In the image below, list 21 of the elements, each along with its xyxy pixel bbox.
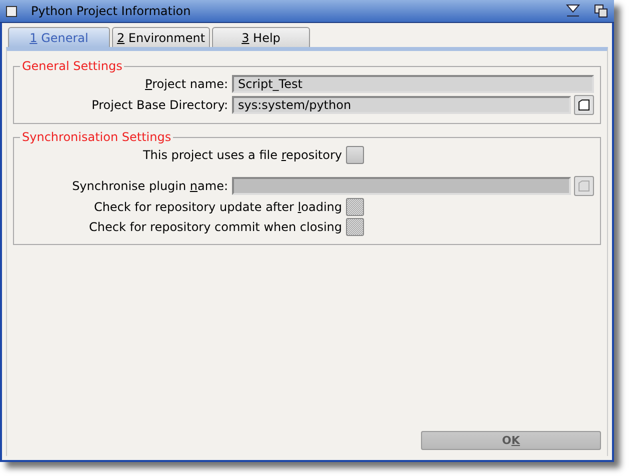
file-icon bbox=[578, 180, 590, 192]
field-label: Project name: bbox=[144, 77, 228, 91]
tab[interactable]: 1 General bbox=[8, 27, 110, 47]
browse-button[interactable] bbox=[574, 95, 594, 115]
input-field[interactable]: Script_Test bbox=[232, 75, 594, 93]
close-icon[interactable] bbox=[6, 6, 17, 16]
checkbox-label: Check for repository commit when closing bbox=[88, 220, 342, 234]
group-title: Synchronisation Settings bbox=[21, 130, 172, 144]
tab[interactable]: 3 Help bbox=[212, 27, 310, 47]
input-field[interactable]: sys:system/python bbox=[232, 96, 571, 114]
field-label: Project Base Directory: bbox=[90, 98, 228, 112]
tab[interactable]: 2 Environment bbox=[112, 27, 210, 47]
checkbox-label: This project uses a file repository bbox=[142, 148, 342, 162]
group-title: General Settings bbox=[21, 59, 124, 73]
iconify-icon[interactable] bbox=[566, 4, 580, 18]
depth-icon[interactable] bbox=[594, 4, 608, 18]
window-title: Python Project Information bbox=[31, 4, 191, 18]
file-icon bbox=[578, 99, 590, 111]
field-label: Synchronise plugin name: bbox=[71, 179, 228, 193]
checkbox-label: Check for repository update after loading bbox=[92, 200, 342, 214]
checkbox[interactable] bbox=[346, 146, 364, 164]
